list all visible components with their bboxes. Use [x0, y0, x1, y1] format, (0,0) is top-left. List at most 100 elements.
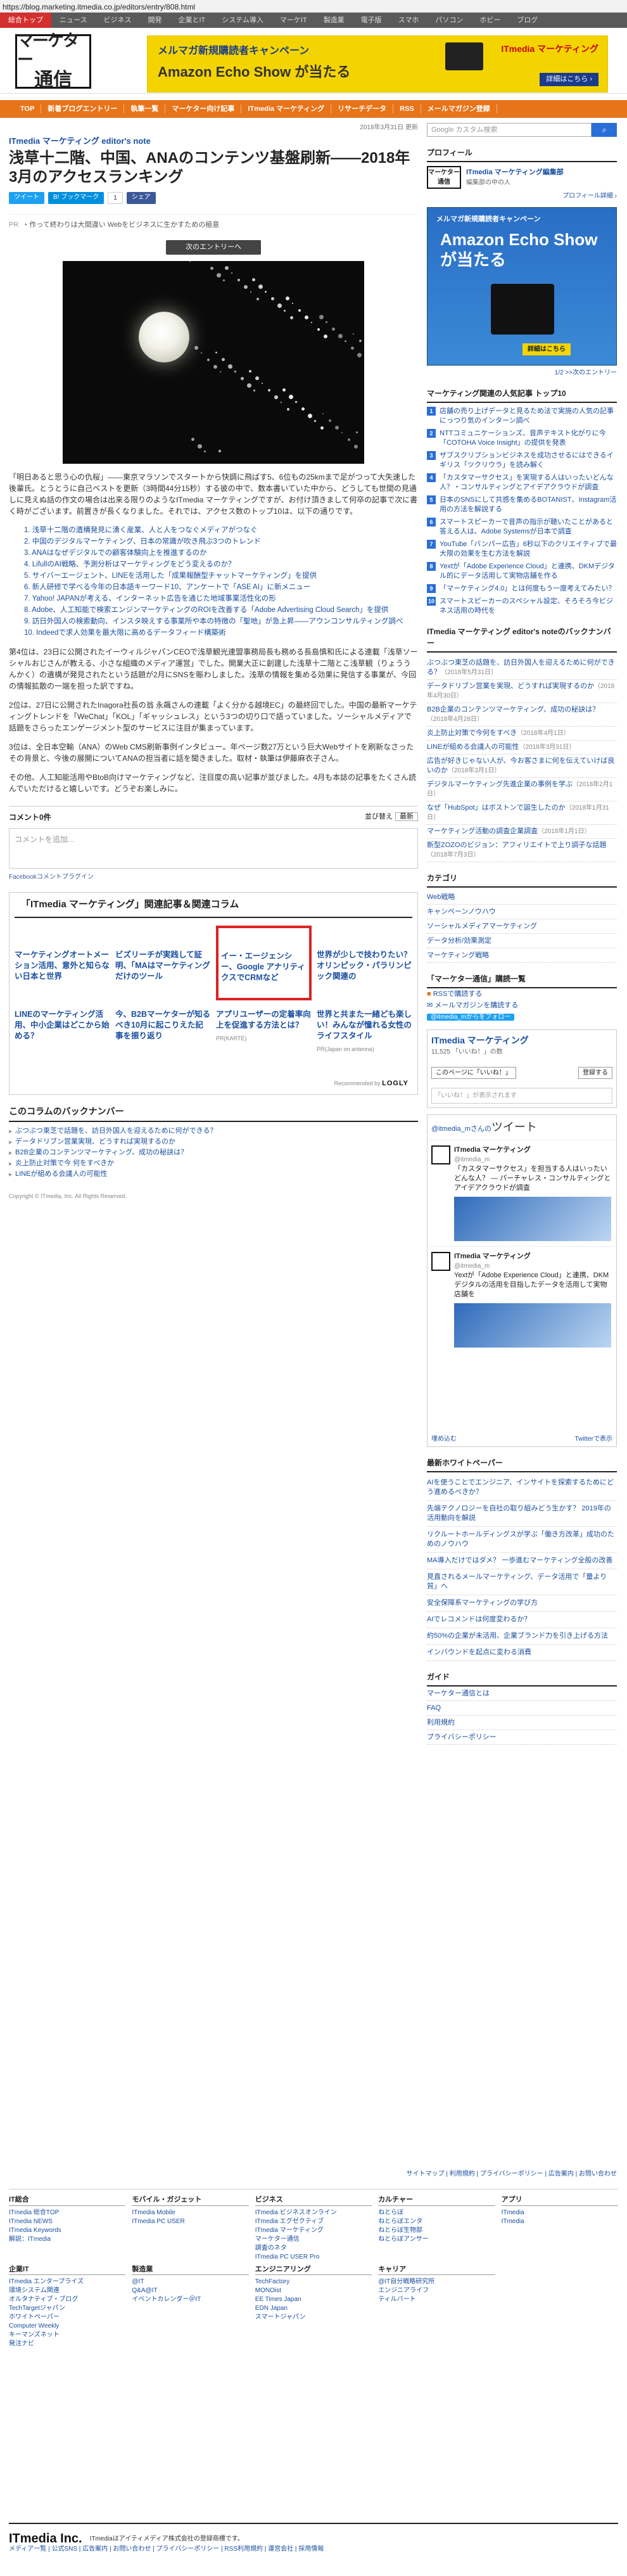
- footer-link[interactable]: Q&A@IT: [132, 2286, 248, 2295]
- gnav-item[interactable]: 新着ブログエントリー: [41, 105, 125, 113]
- category-link[interactable]: マーケティング戦略: [427, 948, 617, 963]
- whitepaper-link[interactable]: 約50%の企業が未活用、企業ブランド力を引き上げる方法: [427, 1628, 617, 1645]
- footer-link[interactable]: 発注ナビ: [9, 2340, 125, 2349]
- footer-link[interactable]: ITmedia: [502, 2217, 618, 2226]
- footer-link[interactable]: Computer Weekly: [9, 2322, 125, 2331]
- footer-link[interactable]: ホワイトペーパー: [9, 2313, 125, 2322]
- footer-link[interactable]: ITmedia: [502, 2209, 618, 2217]
- backnumber-link[interactable]: LINEが組める会議人の可能性: [9, 1169, 418, 1180]
- footer-link[interactable]: TechFactory: [255, 2278, 372, 2286]
- footer-link[interactable]: マーケター通信: [255, 2235, 372, 2244]
- tweet-button[interactable]: ツイート: [9, 191, 44, 204]
- whitepaper-link[interactable]: 先端テクノロジーを自社の取り組みどう生かす？ 2019年の活用動向を解説: [427, 1501, 617, 1527]
- footer-link[interactable]: ITmedia PC USER: [132, 2217, 248, 2226]
- ranking-link[interactable]: 2. 中国のデジタルマーケティング、日本の常識が吹き飛ぶ3つのトレンド: [24, 538, 261, 545]
- guide-link[interactable]: FAQ: [427, 1701, 617, 1716]
- profile-card[interactable]: マーケター 通信 ITmedia マーケティング編集部 編集部の中の人: [427, 166, 617, 189]
- fb-share-button[interactable]: シェア: [126, 191, 156, 204]
- footer-link[interactable]: ねとらぼ生物部: [378, 2226, 495, 2235]
- gnav-item[interactable]: メールマガジン登録: [421, 105, 497, 113]
- popular-link[interactable]: NTTコミュニケーションズ、音声テキスト化がりに今「COTOHA Voice I…: [440, 429, 617, 448]
- footer-link[interactable]: 解説：ITmedia: [9, 2235, 125, 2244]
- related-article[interactable]: LINEのマーケティング活用、中小企業はどこから始める？: [15, 1009, 110, 1066]
- footer-link[interactable]: イベントカレンダー＠IT: [132, 2295, 248, 2304]
- topnav-item[interactable]: 開発: [139, 13, 170, 28]
- footer-link[interactable]: @IT自分戦略研究所: [378, 2278, 495, 2286]
- pr-line[interactable]: PR ・作って終わりは大間違い Webをビジネスに生かすための極意: [9, 214, 418, 231]
- search-input[interactable]: Google カスタム検索: [427, 123, 592, 137]
- rss-link[interactable]: ■ RSSで購読する: [427, 988, 617, 1000]
- whitepaper-link[interactable]: AIを使うことでエンジニア、インサイトを探索するためにどう進めるべきか？: [427, 1475, 617, 1501]
- ranking-link[interactable]: 3. ANAはなぜデジタルでの顧客体験向上を推進するのか: [24, 549, 207, 557]
- tweet-image[interactable]: [454, 1303, 611, 1348]
- footer-link[interactable]: スマートジャパン: [255, 2313, 372, 2322]
- tweet-handle[interactable]: @itmedia_m: [454, 1263, 490, 1270]
- popular-link[interactable]: スマートスピーカーのスペシャル設定、そろそろ今ビジネス活用の時代を: [440, 597, 617, 616]
- backnumber-link[interactable]: B2B企業のコンテンツマーケティング、成功の秘訣は？: [9, 1147, 418, 1159]
- popular-link[interactable]: スマートスピーカーで音声の指示が聴いたことがあると答える人は、Adobe Sys…: [440, 518, 617, 537]
- fb-page-name[interactable]: ITmedia マーケティング: [431, 1034, 612, 1047]
- related-article[interactable]: 今、B2Bマーケターが知るべき10月に起こりえた記事を振り返り: [115, 1009, 211, 1066]
- footer-link[interactable]: EDN Japan: [255, 2304, 372, 2313]
- topnav-item[interactable]: 電子版: [353, 13, 390, 28]
- related-article[interactable]: 世界と共また一緒ども楽しい！みんなが憧れる女性のライフスタイル PR(Japan …: [317, 1009, 412, 1066]
- backnumber-link[interactable]: ぶつぶつ東芝で話題を、訪日外国人を迎えるために何ができる？: [9, 1126, 418, 1137]
- footer-link[interactable]: ITmedia PC USER Pro: [255, 2253, 372, 2262]
- footer-link[interactable]: @IT: [132, 2278, 248, 2286]
- footer-link[interactable]: ねとらぼ: [378, 2209, 495, 2217]
- whitepaper-link[interactable]: 安全保障系マーケティングの学び方: [427, 1595, 617, 1612]
- popular-link[interactable]: 「マーケティング4.0」とは何度もう一度考えてみたい？: [440, 584, 616, 594]
- ranking-link[interactable]: 7. Yahoo! JAPANが考える、インターネット広告を通じた地域事業活性化…: [24, 595, 276, 603]
- ranking-link[interactable]: 5. サイバーエージェント、LINEを活用した「成果報酬型チャットマーケティング…: [24, 572, 317, 580]
- profile-detail-link[interactable]: プロフィール詳細 ›: [427, 191, 617, 201]
- related-article[interactable]: マーケティングオートメーション活用、意外と知らない日本と世界: [15, 926, 110, 1000]
- tweet-author[interactable]: ITmedia マーケティング: [454, 1253, 531, 1260]
- site-logo[interactable]: マーケター 通信: [15, 32, 91, 91]
- footer-link[interactable]: キーマンズネット: [9, 2331, 125, 2340]
- tw-handle[interactable]: @itmedia_mさんの: [431, 1125, 491, 1133]
- category-link[interactable]: データ分析/効果測定: [427, 934, 617, 948]
- footer-link[interactable]: ITmedia エンタープライズ: [9, 2278, 125, 2286]
- note-link[interactable]: LINEが組める会議人の可能性: [427, 743, 519, 751]
- url-bar[interactable]: https://blog.marketing.itmedia.co.jp/edi…: [0, 0, 627, 13]
- related-article[interactable]: イー・エージェンシー、Google アナリティクスでCRMなど: [216, 925, 312, 1000]
- footer-link[interactable]: ITmedia マーケティング: [255, 2226, 372, 2235]
- note-link[interactable]: デジタルマーケティング先進企業の事例を学ぶ: [427, 781, 573, 788]
- note-link[interactable]: 新型ZOZOのビジョン：アフィリエイトで上り調子な話題: [427, 841, 606, 849]
- tweet-handle[interactable]: @itmedia_m: [454, 1156, 490, 1163]
- footer-link[interactable]: ティルバート: [378, 2295, 495, 2304]
- logly-recommend[interactable]: Recommended by LOGLY: [334, 1078, 408, 1089]
- banner-pager[interactable]: 1/2 >>次のエントリー: [427, 368, 617, 378]
- topnav-item[interactable]: パソコン: [427, 13, 471, 28]
- footer-link[interactable]: ITmedia Mobile: [132, 2209, 248, 2217]
- hatena-button[interactable]: B! ブックマーク: [48, 191, 104, 204]
- ranking-link[interactable]: 4. LifullのAI戦略、予測分析はマーケティングをどう変えるのか？: [24, 561, 236, 568]
- footer-link[interactable]: ITmedia 総合TOP: [9, 2209, 125, 2217]
- category-link[interactable]: Web戦略: [427, 890, 617, 905]
- ranking-link[interactable]: 9. 訪日外国人の検索動向、インスタ映えする事業所や本の特徴の「聖地」が急上昇―…: [24, 618, 403, 625]
- profile-name[interactable]: ITmedia マーケティング編集部: [466, 167, 564, 178]
- fb-comment-field[interactable]: 「いいね！」が表示されます: [431, 1088, 612, 1104]
- twitter-follow-button[interactable]: @itmedia_mからをフォロー: [427, 1014, 515, 1021]
- banner-detail-button[interactable]: 詳細はこちら ›: [540, 73, 598, 86]
- topnav-item[interactable]: ニュース: [51, 13, 95, 28]
- search-button[interactable]: ⌕: [592, 123, 617, 137]
- backnumber-link[interactable]: 炎上防止対策で今 何をすべきか: [9, 1158, 418, 1170]
- sort-select[interactable]: 最新: [395, 812, 418, 821]
- fb-comment-plugin[interactable]: Facebookコメントプラグイン: [9, 872, 418, 882]
- gnav-item[interactable]: RSS: [393, 105, 421, 113]
- tw-view-link[interactable]: Twitterで表示: [575, 1434, 612, 1444]
- category-link[interactable]: キャンペーンノウハウ: [427, 905, 617, 919]
- fb-like-button[interactable]: このページに「いいね！」: [431, 1067, 516, 1079]
- footer-link[interactable]: EE Times Japan: [255, 2295, 372, 2304]
- gnav-item[interactable]: 執筆一覧: [124, 105, 166, 113]
- footer-link[interactable]: ITmedia ビジネスオンライン: [255, 2209, 372, 2217]
- ranking-link[interactable]: 10. Indeedで求人効果を最大限に高めるデータフィード構築術: [24, 629, 226, 637]
- footer-link[interactable]: ねとらぼエンタ: [378, 2217, 495, 2226]
- side-banner-ad[interactable]: メルマガ新規購読者キャンペーン Amazon Echo Show が当たる 詳細…: [427, 207, 617, 366]
- footer-bottom-links[interactable]: メディア一覧 | 公式SNS | 広告案内 | お問い合わせ | プライバシーポ…: [9, 2544, 618, 2554]
- note-link[interactable]: データドリブン営業を実現、どうすれば実現するのか: [427, 682, 594, 690]
- popular-link[interactable]: ザブスクリプションビジネスを成功させるにはできるイギリス「ツクリウラ」を読み解く: [440, 451, 617, 470]
- ranking-link[interactable]: 8. Adobe、人工知能で検索エンジンマーケティングのROIを改善する「Ado…: [24, 606, 389, 614]
- topnav-item[interactable]: ブログ: [509, 13, 546, 28]
